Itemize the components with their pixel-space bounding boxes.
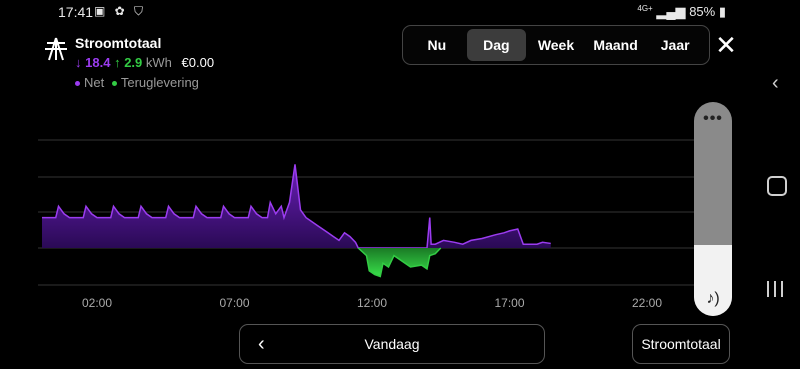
status-notification-icons: ▣ ✿ ⛉	[94, 4, 147, 18]
battery-icon: ▮	[718, 4, 726, 19]
net-arrow-down-icon: ↓	[75, 55, 82, 70]
date-label: Vandaag	[364, 336, 420, 352]
legend-dot-net	[75, 81, 80, 87]
return-value: 2.9	[124, 55, 143, 70]
meter-title: Stroomtotaal	[75, 35, 162, 51]
cost-value: €0.00	[181, 55, 215, 70]
energy-metrics: ↓ 18.4 ↑ 2.9 kWh €0.00	[75, 55, 214, 70]
volume-slider[interactable]: ••• ♪)	[694, 102, 732, 316]
nav-recent-apps-icon[interactable]	[767, 281, 783, 297]
signal-icon: ▂▄▆	[656, 4, 686, 19]
battery-level: 85%	[689, 4, 716, 19]
energy-chart: 02:00 07:00 12:00 17:00 22:00	[38, 130, 738, 320]
unit-label: kWh	[145, 55, 172, 70]
power-pylon-icon	[45, 37, 67, 61]
energy-chart-svg	[38, 139, 698, 286]
nav-home-icon[interactable]	[767, 176, 787, 196]
music-note-icon[interactable]: ♪)	[694, 290, 732, 308]
legend-return: Teruglevering	[120, 75, 199, 90]
tab-week[interactable]: Week	[526, 29, 586, 61]
legend-dot-return	[111, 81, 117, 87]
chart-legend: Net Teruglevering	[75, 75, 199, 90]
close-icon[interactable]: ✕	[712, 32, 740, 60]
status-right: 4G+ ▂▄▆ 85% ▮	[637, 4, 726, 20]
tab-dag[interactable]: Dag	[466, 29, 527, 61]
nav-back-icon[interactable]: ‹	[772, 72, 779, 95]
return-arrow-up-icon: ↑	[114, 55, 121, 70]
more-options-icon[interactable]: •••	[694, 110, 732, 128]
chevron-left-icon[interactable]: ‹	[258, 333, 265, 356]
net-value: 18.4	[85, 55, 111, 70]
date-selector-button[interactable]: ‹ Vandaag	[239, 324, 545, 364]
network-icon: 4G+	[637, 4, 653, 13]
x-tick-label: 07:00	[219, 296, 250, 310]
period-tabs: Nu Dag Week Maand Jaar	[402, 25, 710, 65]
x-tick-label: 17:00	[494, 296, 525, 310]
tab-jaar[interactable]: Jaar	[645, 29, 705, 61]
legend-net: Net	[84, 75, 105, 90]
x-tick-label: 22:00	[631, 296, 663, 310]
status-time: 17:41	[58, 4, 94, 20]
x-tick-label: 02:00	[81, 296, 113, 310]
tab-nu[interactable]: Nu	[407, 29, 467, 61]
meter-select-button[interactable]: Stroomtotaal	[632, 324, 730, 364]
x-tick-label: 12:00	[356, 296, 388, 310]
tab-maand[interactable]: Maand	[586, 29, 646, 61]
